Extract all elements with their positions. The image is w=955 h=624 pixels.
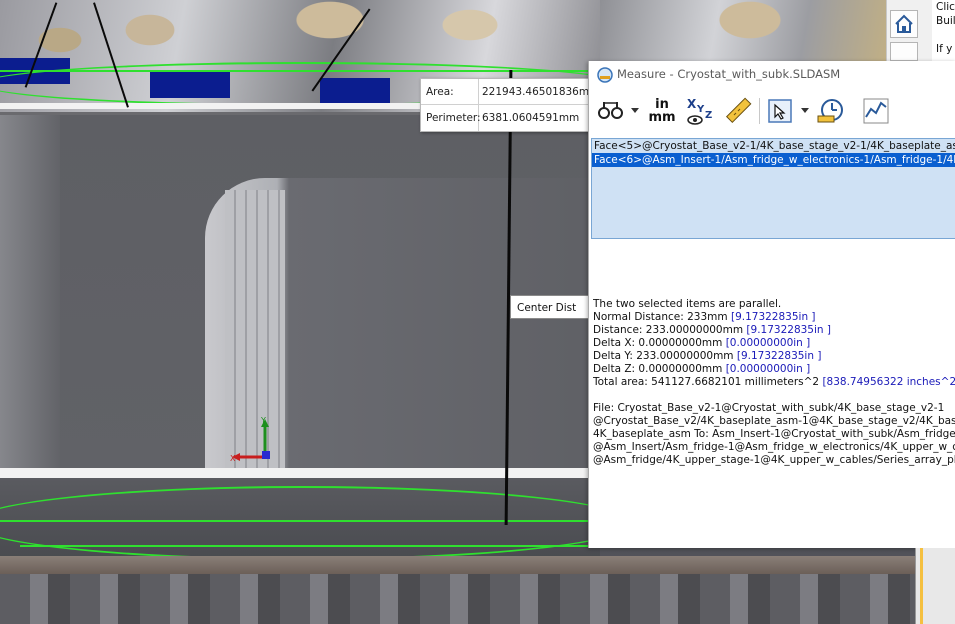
measure-app-icon — [597, 67, 613, 83]
projected-on-icon[interactable] — [765, 94, 795, 128]
distance-value: Distance: 233.00000000mm — [593, 324, 744, 336]
normal-distance-row: Normal Distance: 233mm [9.17322835in ] — [593, 311, 955, 324]
selection-list[interactable]: Face<5>@Cryostat_Base_v2-1/4K_base_stage… — [591, 138, 955, 239]
measurement-history-icon[interactable] — [815, 94, 847, 128]
green-edge-highlight — [0, 486, 634, 560]
coordinate-triad-icon: Y X — [230, 416, 270, 463]
perimeter-row: Perimeter: 6381.0604591mm — [421, 105, 593, 130]
delta-x-inches: [0.00000000in ] — [725, 337, 811, 349]
normal-distance-value: Normal Distance: 233mm — [593, 311, 728, 323]
svg-text:Y: Y — [696, 104, 705, 115]
results-gap — [593, 389, 955, 402]
delta-x-value: Delta X: 0.00000000mm — [593, 337, 723, 349]
show-xyz-measurements-icon[interactable]: XYZ — [685, 94, 715, 128]
selection-item[interactable]: Face<6>@Asm_Insert-1/Asm_fridge_w_electr… — [592, 153, 955, 167]
measure-title: Measure - Cryostat_with_subk.SLDASM — [617, 67, 841, 81]
outer-shell-rim — [0, 556, 915, 574]
svg-text:X: X — [687, 97, 697, 111]
file-path-line: @Asm_fridge/4K_upper_stage-1@4K_upper_w_… — [593, 454, 955, 466]
file-path-line: @Cryostat_Base_v2/4K_baseplate_asm-1@4K_… — [593, 415, 955, 427]
home-icon[interactable] — [890, 10, 918, 38]
delta-y-inches: [9.17322835in ] — [736, 350, 822, 362]
window-edge-accent — [920, 548, 923, 624]
help-line: Clic — [936, 1, 955, 13]
help-line: If y — [936, 43, 953, 55]
parallel-note: The two selected items are parallel. — [593, 298, 782, 310]
distance-inches: [9.17322835in ] — [746, 324, 831, 336]
total-area-inches: [838.74956322 inches^2 ] — [822, 376, 955, 388]
measure-toolbar: in mm XYZ — [589, 88, 955, 134]
measure-results: The two selected items are parallel. Nor… — [593, 298, 955, 467]
perimeter-value: 6381.0604591mm — [482, 112, 580, 124]
delta-y-row: Delta Y: 233.00000000mm [9.17322835in ] — [593, 350, 955, 363]
toolbar-separator — [759, 98, 760, 124]
file-path-line: 4K_baseplate_asm To: Asm_Insert-1@Cryost… — [593, 428, 955, 440]
design-library-icon[interactable] — [890, 42, 918, 61]
arc-circle-measurements-icon[interactable] — [595, 94, 627, 128]
delta-y-value: Delta Y: 233.00000000mm — [593, 350, 734, 362]
area-row: Area: 221943.46501836mm — [421, 79, 593, 105]
normal-distance-inches: [9.17322835in ] — [730, 311, 816, 323]
chevron-down-icon[interactable] — [801, 108, 809, 113]
green-edge-highlight — [20, 545, 600, 547]
center-dist-dropdown[interactable]: Center Dist — [510, 295, 592, 319]
measure-dialog[interactable]: Measure - Cryostat_with_subk.SLDASM in m… — [588, 61, 955, 548]
help-panel-sliver: Clic Buil If y — [932, 0, 955, 61]
cryostat-upper-machinery-right — [600, 0, 890, 62]
area-perimeter-tooltip: Area: 221943.46501836mm Perimeter: 6381.… — [420, 78, 594, 132]
perimeter-label: Perimeter: — [426, 112, 481, 124]
delta-z-inches: [0.00000000in ] — [725, 363, 811, 375]
lower-machinery — [0, 574, 915, 624]
file-path-line: @Asm_Insert/Asm_fridge-1@Asm_fridge_w_el… — [593, 441, 955, 453]
chevron-down-icon[interactable] — [631, 108, 639, 113]
distance-row: Distance: 233.00000000mm [9.17322835in ] — [593, 324, 955, 337]
delta-x-row: Delta X: 0.00000000mm [0.00000000in ] — [593, 337, 955, 350]
svg-text:Z: Z — [705, 110, 712, 121]
units-precision-button[interactable]: in mm — [647, 94, 677, 128]
support-wall-left — [0, 115, 60, 475]
units-mm-label: mm — [648, 110, 676, 125]
selection-item[interactable]: Face<5>@Cryostat_Base_v2-1/4K_base_stage… — [592, 139, 955, 153]
delta-z-value: Delta Z: 0.00000000mm — [593, 363, 723, 375]
delta-z-row: Delta Z: 0.00000000mm [0.00000000in ] — [593, 363, 955, 376]
point-to-point-icon[interactable] — [723, 94, 753, 128]
triad-y-label: Y — [260, 416, 266, 425]
area-value: 221943.46501836mm — [482, 86, 590, 98]
help-line: Buil — [936, 15, 955, 27]
area-label: Area: — [426, 86, 454, 98]
green-edge-highlight — [0, 520, 600, 522]
file-path-line: File: Cryostat_Base_v2-1@Cryostat_with_s… — [593, 402, 945, 414]
help-line — [936, 28, 955, 42]
total-area-value: Total area: 541127.6682101 millimeters^2 — [593, 376, 820, 388]
measure-titlebar[interactable]: Measure - Cryostat_with_subk.SLDASM — [589, 61, 955, 88]
triad-x-label: X — [230, 454, 236, 463]
create-sensor-icon[interactable] — [861, 94, 891, 128]
total-area-row: Total area: 541127.6682101 millimeters^2… — [593, 376, 955, 389]
